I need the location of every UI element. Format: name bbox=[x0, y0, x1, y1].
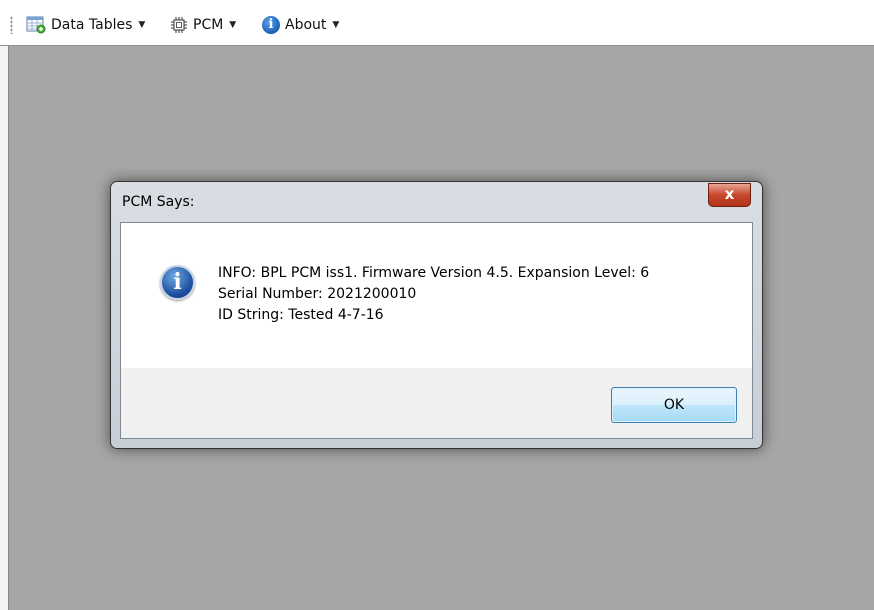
close-icon: x bbox=[724, 185, 735, 203]
info-icon: i bbox=[160, 265, 195, 300]
message-area: i INFO: BPL PCM iss1. Firmware Version 4… bbox=[121, 223, 752, 368]
message-line-info: INFO: BPL PCM iss1. Firmware Version 4.5… bbox=[218, 265, 650, 281]
menu-pcm[interactable]: PCM ▼ bbox=[170, 13, 236, 37]
dialog-title: PCM Says: bbox=[122, 194, 195, 210]
dialog-body: i INFO: BPL PCM iss1. Firmware Version 4… bbox=[120, 222, 753, 439]
message-line-id: ID String: Tested 4-7-16 bbox=[218, 307, 384, 323]
info-icon: i bbox=[262, 16, 280, 34]
table-icon bbox=[26, 16, 46, 34]
menu-pcm-label: PCM bbox=[193, 17, 224, 33]
chip-icon bbox=[170, 16, 188, 34]
message-line-serial: Serial Number: 2021200010 bbox=[218, 286, 417, 302]
message-dialog: PCM Says: x i INFO: BPL PCM iss1. Firmwa… bbox=[110, 181, 763, 449]
chevron-down-icon: ▼ bbox=[138, 20, 146, 30]
toolbar-grip[interactable] bbox=[10, 16, 13, 34]
menu-about-label: About bbox=[285, 17, 327, 33]
chevron-down-icon: ▼ bbox=[332, 20, 340, 30]
chevron-down-icon: ▼ bbox=[229, 20, 237, 30]
ok-button[interactable]: OK bbox=[611, 387, 737, 423]
menu-data-tables[interactable]: Data Tables ▼ bbox=[26, 13, 145, 37]
menu-toolbar: Data Tables ▼ PCM ▼ i About ▼ bbox=[0, 0, 874, 46]
menu-data-tables-label: Data Tables bbox=[51, 17, 133, 33]
close-button[interactable]: x bbox=[708, 183, 751, 207]
menu-about[interactable]: i About ▼ bbox=[262, 13, 339, 37]
